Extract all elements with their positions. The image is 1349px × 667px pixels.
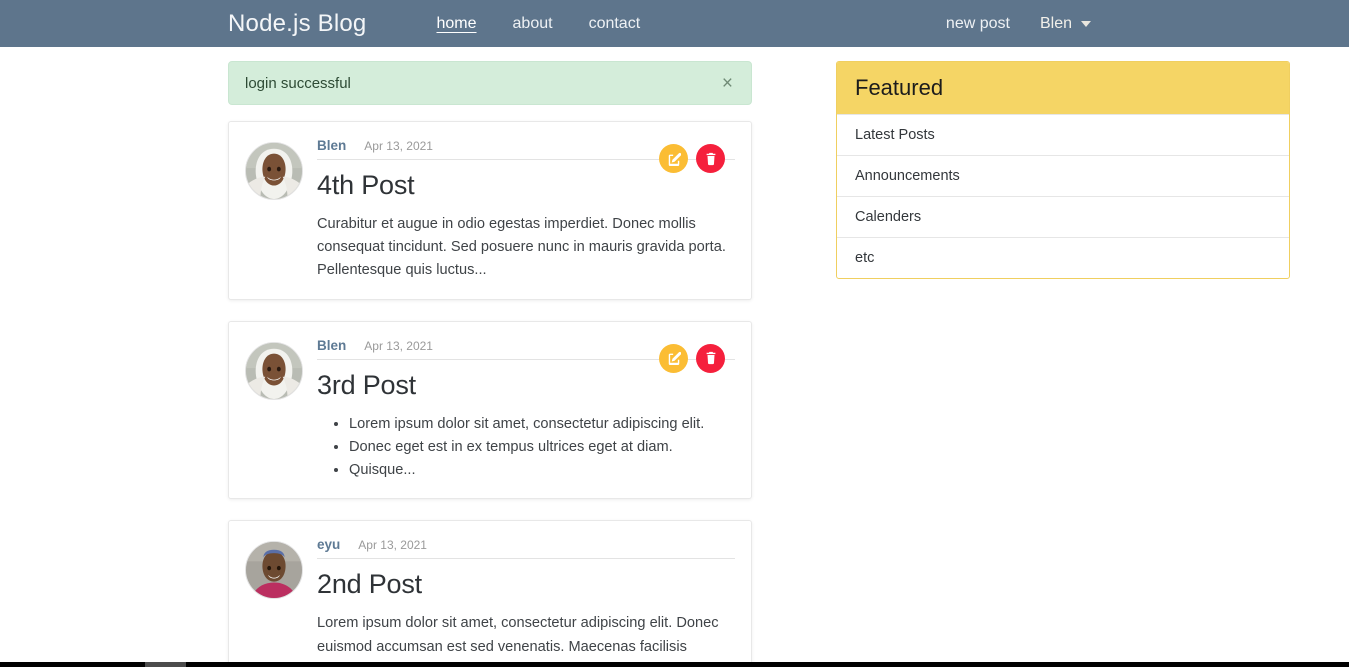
page-content: login successful × Blen Apr 13, 2021 4th…: [0, 47, 1349, 667]
edit-pencil-square-icon: [668, 351, 681, 366]
chevron-down-icon: [1081, 20, 1091, 27]
list-item: Quisque...: [349, 459, 735, 482]
featured-item-latest-posts[interactable]: Latest Posts: [837, 114, 1289, 155]
post-author: Blen: [317, 138, 347, 153]
site-brand[interactable]: Node.js Blog: [228, 10, 366, 38]
delete-post-button[interactable]: [696, 144, 725, 173]
post-excerpt-list: Lorem ipsum dolor sit amet, consectetur …: [317, 413, 735, 482]
horizontal-scrollbar[interactable]: [0, 662, 1349, 667]
nav-link-contact[interactable]: contact: [589, 15, 641, 33]
nav-link-new-post[interactable]: new post: [946, 15, 1010, 33]
post-date: Apr 13, 2021: [364, 338, 433, 353]
post-title[interactable]: 3rd Post: [317, 369, 735, 401]
post-body: eyu Apr 13, 2021 2nd Post Lorem ipsum do…: [317, 535, 735, 667]
post-title[interactable]: 2nd Post: [317, 568, 735, 600]
post-card[interactable]: Blen Apr 13, 2021 4th Post Curabitur et …: [228, 121, 752, 300]
post-date: Apr 13, 2021: [364, 139, 433, 153]
featured-item-announcements[interactable]: Announcements: [837, 155, 1289, 196]
edit-pencil-square-icon: [668, 152, 681, 166]
alert-message: login successful: [245, 74, 351, 92]
post-author: eyu: [317, 537, 341, 553]
post-meta: eyu Apr 13, 2021: [317, 537, 735, 552]
nav-link-home[interactable]: home: [436, 15, 476, 33]
post-actions: [659, 144, 725, 173]
avatar: [245, 341, 303, 400]
top-navbar: Node.js Blog home about contact new post…: [0, 0, 1349, 47]
post-actions: [659, 343, 725, 373]
list-item: Donec eget est in ex tempus ultrices ege…: [349, 436, 735, 459]
post-date: Apr 13, 2021: [358, 538, 427, 553]
post-excerpt: Lorem ipsum dolor sit amet, consectetur …: [317, 615, 719, 667]
post-author: Blen: [317, 337, 347, 353]
horizontal-scrollbar-thumb[interactable]: [145, 662, 186, 667]
post-card[interactable]: eyu Apr 13, 2021 2nd Post Lorem ipsum do…: [228, 520, 752, 667]
post-card[interactable]: Blen Apr 13, 2021 3rd Post Lorem ipsum d…: [228, 320, 752, 500]
featured-card: Featured Latest Posts Announcements Cale…: [836, 61, 1290, 279]
close-icon[interactable]: ×: [720, 74, 735, 93]
user-menu-label: Blen: [1039, 14, 1072, 32]
avatar: [245, 541, 303, 600]
user-menu-dropdown[interactable]: Blen: [1040, 15, 1091, 33]
meta-divider: [317, 558, 735, 560]
main-nav: home about contact: [436, 15, 640, 33]
list-item: Lorem ipsum dolor sit amet, consectetur …: [349, 413, 735, 436]
login-success-alert: login successful ×: [228, 61, 752, 105]
nav-right-group: new post Blen: [946, 15, 1091, 33]
edit-post-button[interactable]: [659, 343, 688, 373]
featured-item-calenders[interactable]: Calenders: [837, 196, 1289, 237]
featured-item-etc[interactable]: etc: [837, 237, 1289, 278]
edit-post-button[interactable]: [659, 144, 688, 173]
trash-icon: [706, 351, 715, 365]
nav-link-about[interactable]: about: [513, 15, 553, 33]
featured-title: Featured: [837, 62, 1289, 114]
trash-icon: [706, 152, 715, 165]
post-title[interactable]: 4th Post: [317, 169, 735, 201]
avatar: [245, 142, 303, 200]
main-column: login successful × Blen Apr 13, 2021 4th…: [228, 61, 752, 667]
sidebar-column: Featured Latest Posts Announcements Cale…: [836, 61, 1290, 279]
delete-post-button[interactable]: [696, 343, 725, 373]
post-excerpt: Curabitur et augue in odio egestas imper…: [317, 216, 726, 279]
